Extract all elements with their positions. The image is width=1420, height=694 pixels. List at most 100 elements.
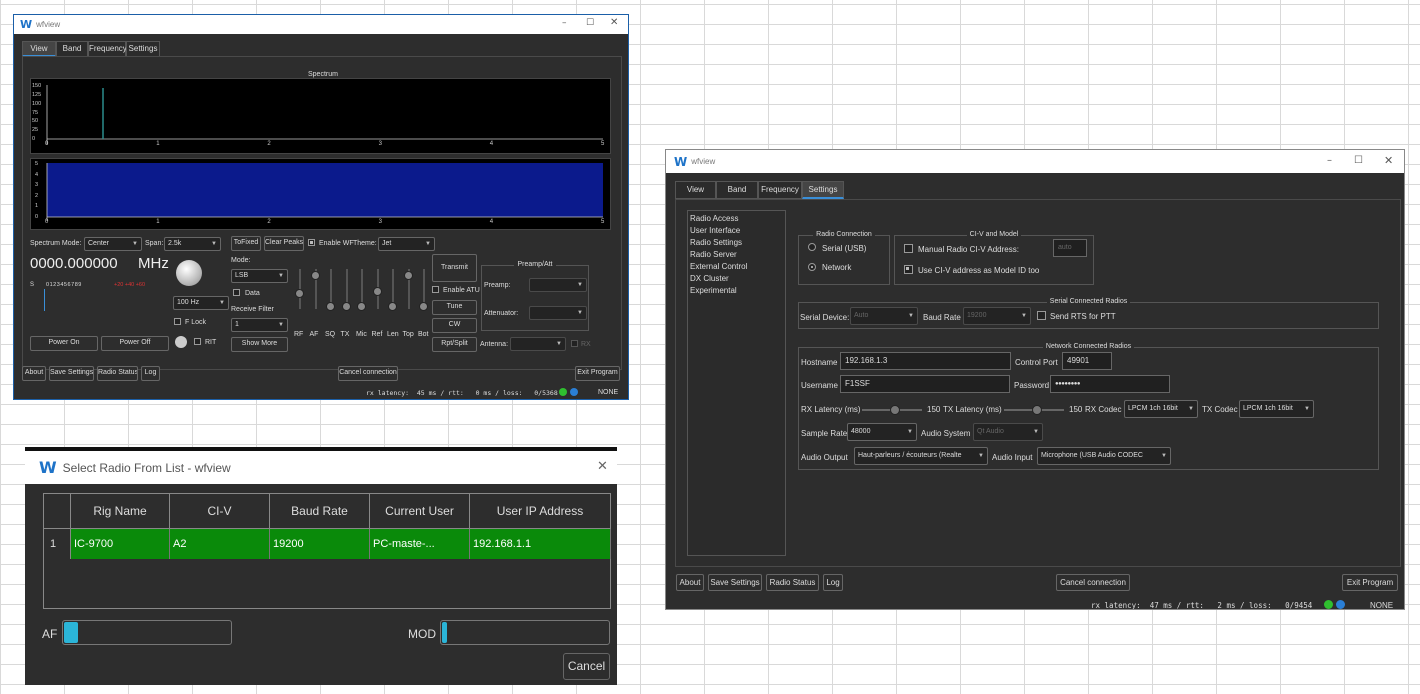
table-column-header[interactable]: Baud Rate xyxy=(270,494,370,529)
baud-rate-select[interactable]: 19200 ▼ xyxy=(963,307,1031,325)
f-lock-checkbox[interactable] xyxy=(174,318,181,325)
close-icon[interactable]: ✕ xyxy=(610,17,618,28)
rx-antenna-checkbox[interactable] xyxy=(571,340,578,347)
log-button[interactable]: Log xyxy=(823,574,843,591)
tab-settings[interactable]: Settings xyxy=(126,41,160,57)
tab-frequency[interactable]: Frequency xyxy=(758,181,802,199)
exit-program-button[interactable]: Exit Program xyxy=(1342,574,1398,591)
close-icon[interactable]: ✕ xyxy=(597,459,608,474)
minimize-icon[interactable]: – xyxy=(1327,155,1332,166)
power-off-button[interactable]: Power Off xyxy=(101,336,169,351)
show-more-button[interactable]: Show More xyxy=(231,337,288,352)
sidebar-item[interactable]: Experimental xyxy=(688,285,785,297)
use-civ-model-checkbox[interactable] xyxy=(904,265,913,274)
sidebar-item[interactable]: User Interface xyxy=(688,225,785,237)
transmit-button[interactable]: Transmit xyxy=(432,254,477,282)
frequency-display[interactable]: 0000.000000 xyxy=(30,255,118,272)
rit-knob[interactable] xyxy=(175,336,187,348)
tx-codec-select[interactable]: LPCM 1ch 16bit ▼ xyxy=(1239,400,1314,418)
tx-latency-slider[interactable] xyxy=(1004,405,1064,415)
hostname-input[interactable]: 192.168.1.3 xyxy=(840,352,1011,370)
tune-button[interactable]: Tune xyxy=(432,300,477,315)
about-button[interactable]: About xyxy=(676,574,704,591)
sidebar-item[interactable]: Radio Settings xyxy=(688,237,785,249)
tab-view[interactable]: View xyxy=(22,41,56,57)
about-button[interactable]: About xyxy=(22,366,46,381)
send-rts-checkbox[interactable] xyxy=(1037,311,1046,320)
rx-codec-select[interactable]: LPCM 1ch 16bit ▼ xyxy=(1124,400,1198,418)
save-settings-button[interactable]: Save Settings xyxy=(49,366,94,381)
sample-rate-select[interactable]: 48000 ▼ xyxy=(847,423,917,441)
network-radio[interactable] xyxy=(808,263,816,271)
preamp-select[interactable]: ▼ xyxy=(529,278,587,292)
sidebar-item[interactable]: DX Cluster xyxy=(688,273,785,285)
tuning-step-select[interactable]: 100 Hz ▼ xyxy=(173,296,229,310)
serial-usb-radio[interactable] xyxy=(808,243,816,251)
minimize-icon[interactable]: – xyxy=(562,18,567,28)
mode-select[interactable]: LSB ▼ xyxy=(231,269,288,283)
exit-program-button[interactable]: Exit Program xyxy=(575,366,620,381)
table-column-header[interactable]: CI-V xyxy=(170,494,270,529)
sidebar-item[interactable]: External Control xyxy=(688,261,785,273)
enable-wf-checkbox[interactable] xyxy=(308,239,315,246)
radio-status-button[interactable]: Radio Status xyxy=(766,574,819,591)
log-button[interactable]: Log xyxy=(141,366,160,381)
rx-latency-handle[interactable] xyxy=(890,405,900,415)
password-input[interactable]: ●●●●●●●● xyxy=(1050,375,1170,393)
audio-system-select[interactable]: Qt Audio ▼ xyxy=(973,423,1043,441)
audio-input-select[interactable]: Microphone (USB Audio CODEC ▼ xyxy=(1037,447,1171,465)
tx-latency-handle[interactable] xyxy=(1032,405,1042,415)
tab-settings[interactable]: Settings xyxy=(802,181,844,199)
theme-select[interactable]: Jet ▼ xyxy=(378,237,435,251)
radio-status-button[interactable]: Radio Status xyxy=(97,366,138,381)
audio-output-select[interactable]: Haut-parleurs / écouteurs (Realte ▼ xyxy=(854,447,988,465)
rit-checkbox[interactable] xyxy=(194,338,201,345)
slider-top-handle[interactable] xyxy=(403,271,413,280)
slider-mic-handle[interactable] xyxy=(357,302,366,311)
rpt-split-button[interactable]: Rpt/Split xyxy=(432,337,477,352)
cancel-connection-button[interactable]: Cancel connection xyxy=(338,366,398,381)
slider-af[interactable] xyxy=(310,269,320,309)
slider-af-handle[interactable] xyxy=(310,271,320,280)
slider-tx[interactable] xyxy=(341,269,351,311)
maximize-icon[interactable]: ☐ xyxy=(1354,155,1363,166)
sidebar-item[interactable]: Radio Access xyxy=(688,213,785,225)
tab-band[interactable]: Band xyxy=(716,181,758,199)
civ-address-input[interactable]: auto xyxy=(1053,239,1087,257)
data-checkbox[interactable] xyxy=(233,289,240,296)
maximize-icon[interactable]: ☐ xyxy=(586,18,594,28)
spectrum-plot[interactable]: 150 125 100 75 50 25 0 0 1 2 3 4 5 xyxy=(30,78,611,154)
save-settings-button[interactable]: Save Settings xyxy=(708,574,762,591)
table-column-header[interactable]: Current User xyxy=(370,494,470,529)
power-on-button[interactable]: Power On xyxy=(30,336,98,351)
rx-latency-slider[interactable] xyxy=(862,405,922,415)
enable-atu-checkbox[interactable] xyxy=(432,286,439,293)
waterfall-plot[interactable]: 5 4 3 2 1 0 0 1 2 3 4 5 xyxy=(30,158,611,230)
slider-top[interactable] xyxy=(403,269,413,309)
slider-rf-handle[interactable] xyxy=(295,289,304,298)
attenuator-select[interactable]: ▼ xyxy=(529,306,587,320)
slider-bot[interactable] xyxy=(419,269,428,311)
slider-len[interactable] xyxy=(388,269,397,311)
table-row[interactable]: IC-9700 A2 19200 PC-maste-... 192.168.1.1 xyxy=(71,529,611,559)
slider-sq[interactable] xyxy=(326,269,335,311)
slider-len-handle[interactable] xyxy=(388,302,397,311)
to-fixed-button[interactable]: ToFixed xyxy=(231,236,261,251)
sidebar-item[interactable]: Radio Server xyxy=(688,249,785,261)
cancel-button[interactable]: Cancel xyxy=(563,653,610,680)
slider-ref-handle[interactable] xyxy=(372,287,382,296)
slider-bot-handle[interactable] xyxy=(419,302,428,311)
control-port-input[interactable]: 49901 xyxy=(1062,352,1112,370)
receive-filter-select[interactable]: 1 ▼ xyxy=(231,318,288,332)
cw-button[interactable]: CW xyxy=(432,318,477,333)
spectrum-mode-select[interactable]: Center ▼ xyxy=(84,237,142,251)
table-column-header[interactable]: Rig Name xyxy=(71,494,170,529)
close-icon[interactable]: ✕ xyxy=(1384,154,1393,167)
tab-band[interactable]: Band xyxy=(56,41,88,57)
cancel-connection-button[interactable]: Cancel connection xyxy=(1056,574,1130,591)
serial-device-select[interactable]: Auto ▼ xyxy=(850,307,918,325)
antenna-select[interactable]: ▼ xyxy=(510,337,566,351)
tab-frequency[interactable]: Frequency xyxy=(88,41,127,57)
username-input[interactable]: F1SSF xyxy=(840,375,1010,393)
tab-view[interactable]: View xyxy=(675,181,716,199)
